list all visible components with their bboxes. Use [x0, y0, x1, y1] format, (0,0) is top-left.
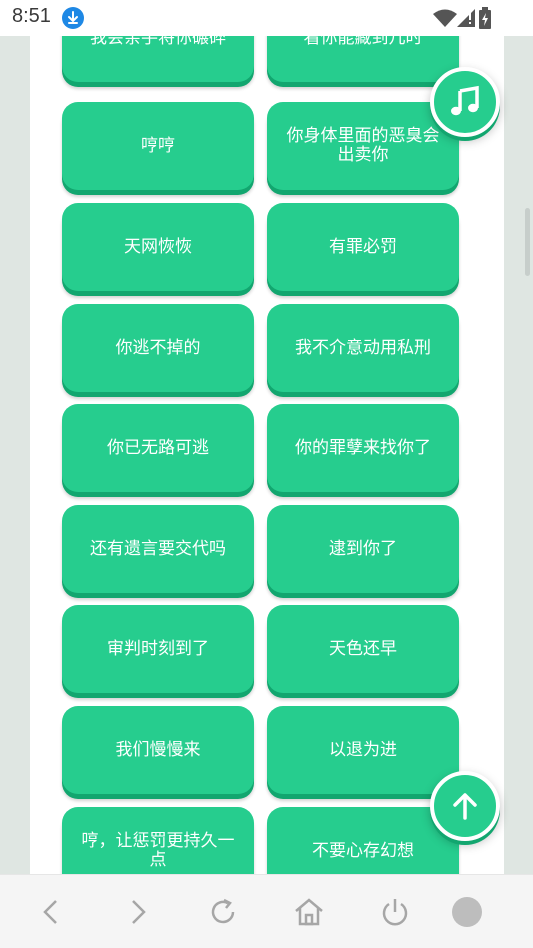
phrase-button[interactable]: 我不介意动用私刑 — [267, 304, 459, 392]
status-bar: 8:51 — [0, 0, 533, 36]
phrase-button[interactable]: 看你能藏到几时 — [267, 36, 459, 82]
home-icon — [295, 898, 323, 926]
download-icon — [62, 7, 84, 29]
back-icon — [43, 900, 57, 924]
phrase-button[interactable]: 我会亲手将你碾碎 — [62, 36, 254, 82]
bottom-nav-bar — [0, 874, 533, 948]
status-time: 8:51 — [12, 5, 51, 27]
phrase-button[interactable]: 不要心存幻想 — [267, 807, 459, 874]
arrow-up-icon — [453, 793, 477, 820]
phrase-button[interactable]: 逮到你了 — [267, 505, 459, 593]
forward-icon — [132, 900, 146, 924]
home-button[interactable] — [292, 895, 326, 929]
music-button[interactable] — [430, 67, 500, 137]
phrase-button[interactable]: 哼哼 — [62, 102, 254, 190]
phrase-button[interactable]: 我们慢慢来 — [62, 706, 254, 794]
reload-button[interactable] — [206, 895, 240, 929]
phrase-button[interactable]: 哼，让惩罚更持久一点 — [62, 807, 254, 874]
forward-button[interactable] — [120, 895, 154, 929]
phrase-button[interactable]: 你已无路可逃 — [62, 404, 254, 492]
phrase-button[interactable]: 天网恢恢 — [62, 203, 254, 291]
status-icons — [433, 7, 493, 29]
phrase-button[interactable]: 以退为进 — [267, 706, 459, 794]
phrase-button[interactable]: 天色还早 — [267, 605, 459, 693]
phrase-button[interactable]: 你身体里面的恶臭会出卖你 — [267, 102, 459, 190]
record-button[interactable] — [450, 895, 484, 929]
phrase-button[interactable]: 你的罪孽来找你了 — [267, 404, 459, 492]
reload-icon — [211, 898, 235, 924]
scrollbar[interactable] — [525, 208, 530, 276]
back-button[interactable] — [35, 895, 69, 929]
record-icon — [452, 897, 482, 927]
battery-icon — [479, 7, 491, 29]
power-button[interactable] — [378, 895, 412, 929]
wifi-icon — [433, 9, 457, 27]
phrase-button[interactable]: 你逃不掉的 — [62, 304, 254, 392]
phrase-grid: 我会亲手将你碾碎 看你能藏到几时 哼哼 你身体里面的恶臭会出卖你 天网恢恢 有罪… — [62, 36, 462, 874]
signal-icon — [457, 9, 475, 27]
phrase-button[interactable]: 有罪必罚 — [267, 203, 459, 291]
phrase-button[interactable]: 审判时刻到了 — [62, 605, 254, 693]
power-icon — [382, 899, 408, 926]
music-note-icon — [451, 85, 479, 116]
scroll-to-top-button[interactable] — [430, 771, 500, 841]
content-viewport[interactable]: 我会亲手将你碾碎 看你能藏到几时 哼哼 你身体里面的恶臭会出卖你 天网恢恢 有罪… — [0, 36, 533, 874]
phrase-button[interactable]: 还有遗言要交代吗 — [62, 505, 254, 593]
